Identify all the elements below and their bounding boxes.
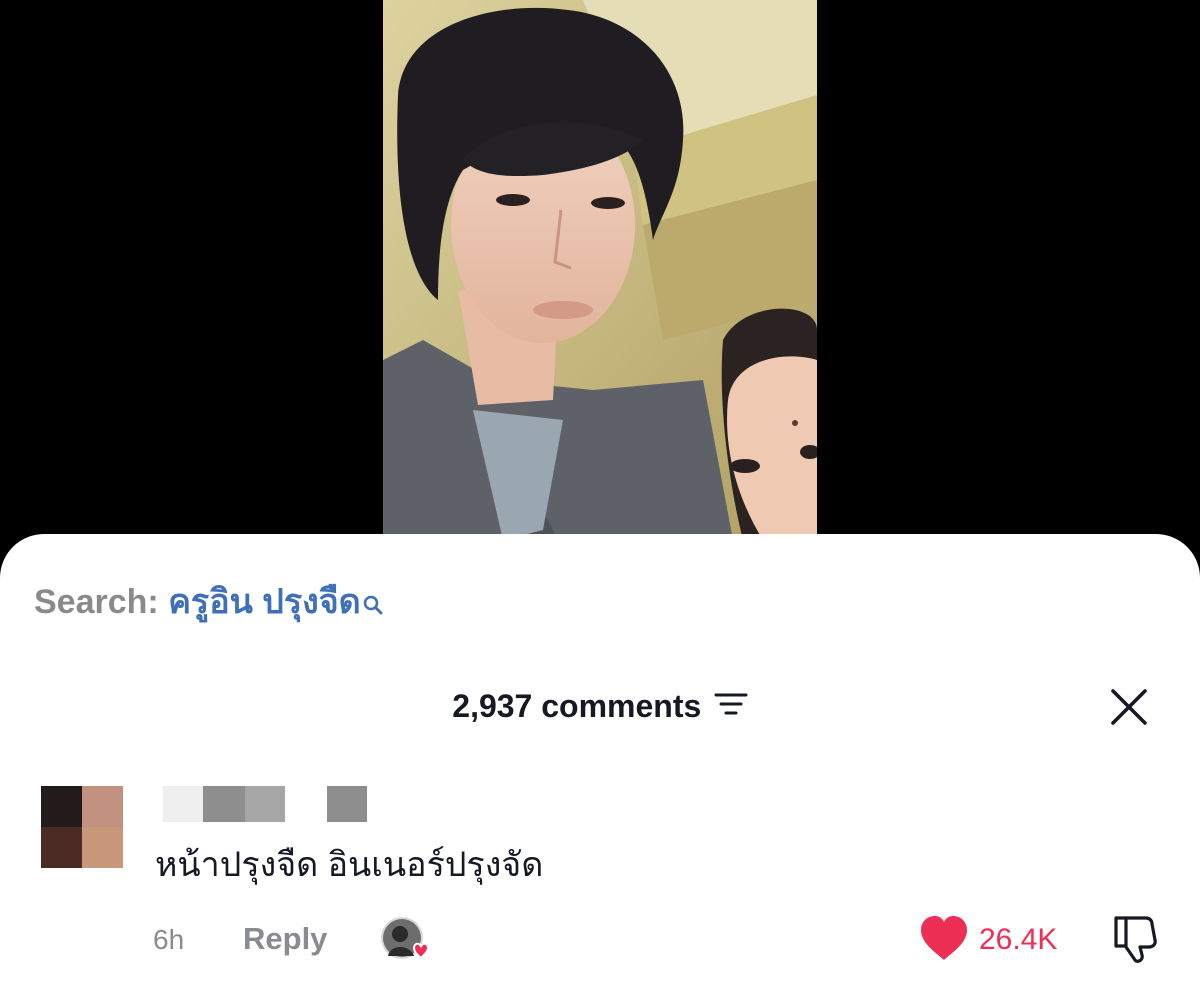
like-count: 26.4K xyxy=(979,923,1058,956)
comments-header: 2,937 comments xyxy=(0,682,1200,730)
video-frame-image xyxy=(383,0,817,540)
avatar[interactable] xyxy=(41,786,123,868)
screen: Search: ครูอิน ปรุงจืด 2,937 comments หน… xyxy=(0,0,1200,991)
username-censored[interactable] xyxy=(163,786,373,822)
creator-liked-badge xyxy=(380,916,432,964)
search-suggestion[interactable]: Search: ครูอิน ปรุงจืด xyxy=(34,580,383,626)
comment-text: หน้าปรุงจืด อินเนอร์ปรุงจัด xyxy=(155,846,544,884)
sort-icon[interactable] xyxy=(714,691,748,722)
reply-button[interactable]: Reply xyxy=(243,918,327,960)
close-icon[interactable] xyxy=(1108,686,1150,728)
search-prefix-label: Search: xyxy=(34,583,159,621)
heart-icon[interactable] xyxy=(918,914,970,964)
video-player[interactable] xyxy=(383,0,817,540)
comment-timestamp: 6h xyxy=(153,924,185,955)
comments-count: 2,937 comments xyxy=(452,688,702,724)
search-icon xyxy=(363,582,383,626)
thumbs-down-icon[interactable] xyxy=(1110,914,1160,964)
search-term-link[interactable]: ครูอิน ปรุงจืด xyxy=(168,583,361,621)
